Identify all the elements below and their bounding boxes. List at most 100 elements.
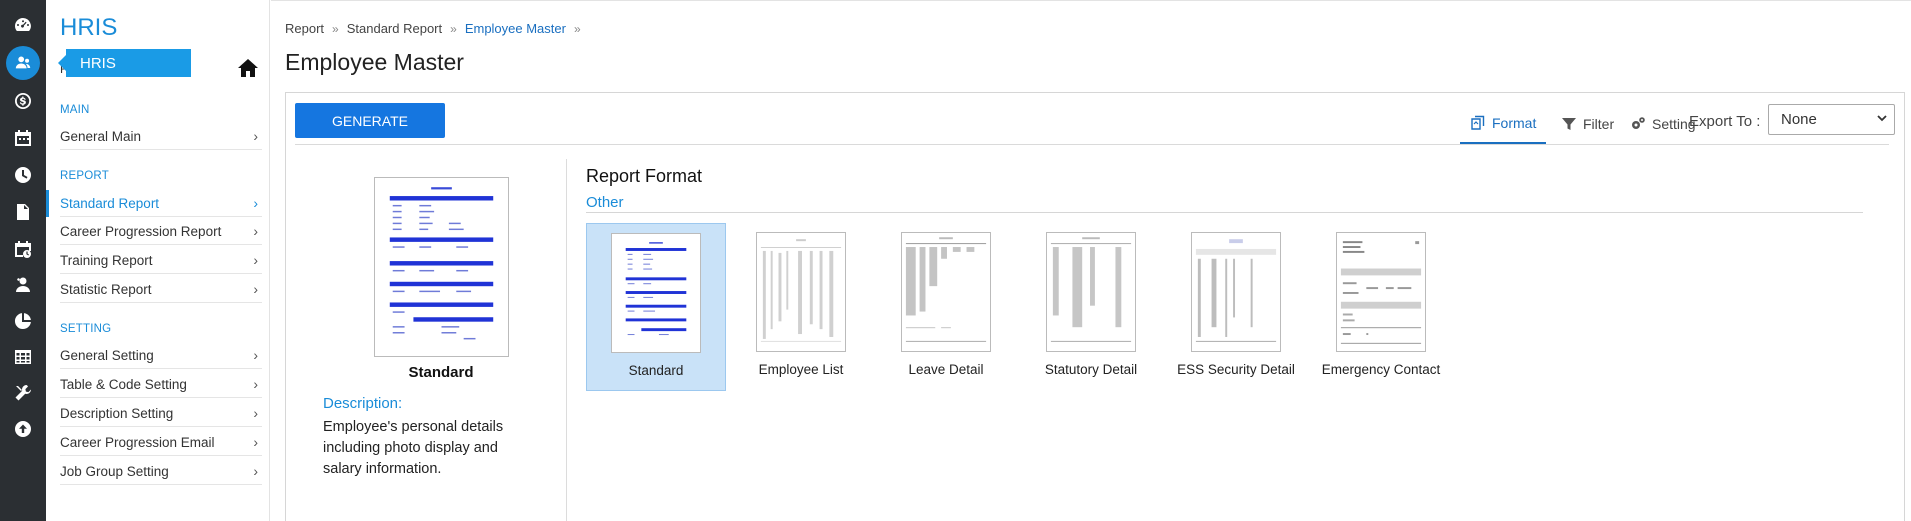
icon-rail bbox=[0, 0, 46, 521]
format-label: Leave Detail bbox=[908, 362, 984, 377]
format-thumbnail bbox=[1191, 232, 1281, 352]
report-format-group-label: Other bbox=[586, 194, 624, 211]
breadcrumb-item-employee-master[interactable]: Employee Master bbox=[465, 21, 566, 36]
report-format-title: Report Format bbox=[586, 166, 703, 186]
page-title: Employee Master bbox=[285, 49, 464, 75]
chevron-right-icon: › bbox=[253, 434, 258, 450]
section-label-setting: SETTING bbox=[60, 323, 112, 335]
tools-icon[interactable] bbox=[0, 376, 46, 410]
breadcrumb-separator: » bbox=[450, 21, 457, 36]
format-label: ESS Security Detail bbox=[1177, 362, 1295, 377]
sidebar-item-general-main[interactable]: General Main › bbox=[60, 123, 262, 150]
standard-report-preview-image bbox=[389, 187, 494, 340]
document-icon[interactable] bbox=[0, 195, 46, 229]
chevron-down-icon bbox=[1876, 111, 1888, 128]
format-card-statutory-detail[interactable]: Statutory Detail bbox=[1021, 223, 1161, 391]
sidebar-item-label: Job Group Setting bbox=[60, 463, 169, 479]
sidebar-item-job-group-setting[interactable]: Job Group Setting › bbox=[60, 458, 262, 485]
description-text: Employee's personal details including ph… bbox=[323, 419, 504, 477]
format-thumbnail bbox=[901, 232, 991, 352]
chevron-right-icon: › bbox=[253, 463, 258, 479]
sidebar-item-standard-report[interactable]: Standard Report › bbox=[60, 190, 262, 217]
sidebar-item-training-report[interactable]: Training Report › bbox=[60, 247, 262, 274]
format-thumbnail bbox=[1336, 232, 1426, 352]
format-card-employee-list[interactable]: Employee List bbox=[731, 223, 871, 391]
description-label: Description: bbox=[323, 395, 403, 412]
chevron-right-icon: › bbox=[253, 128, 258, 144]
section-label-main: MAIN bbox=[60, 104, 90, 116]
sidebar-item-table-code-setting[interactable]: Table & Code Setting › bbox=[60, 371, 262, 398]
format-card-standard[interactable]: Standard bbox=[586, 223, 726, 391]
clock-icon[interactable] bbox=[0, 158, 46, 192]
hris-icon[interactable] bbox=[0, 46, 46, 80]
tab-label: Format bbox=[1492, 114, 1537, 131]
sidebar-item-label: General Main bbox=[60, 128, 142, 144]
export-to-value: None bbox=[1781, 111, 1817, 128]
sidebar-item-label: Training Report bbox=[60, 252, 153, 268]
format-card-leave-detail[interactable]: Leave Detail bbox=[876, 223, 1016, 391]
dashboard-icon[interactable] bbox=[0, 8, 46, 42]
sidebar-item-label: Statistic Report bbox=[60, 281, 152, 297]
hris-tooltip: HRIS bbox=[58, 49, 191, 77]
breadcrumb-item-report[interactable]: Report bbox=[285, 21, 324, 36]
chevron-right-icon: › bbox=[253, 252, 258, 268]
chevron-right-icon: › bbox=[253, 347, 258, 363]
sidebar-item-career-progression-email[interactable]: Career Progression Email › bbox=[60, 429, 262, 456]
sidebar-item-label: Career Progression Email bbox=[60, 434, 215, 450]
main-content: Report » Standard Report » Employee Mast… bbox=[271, 0, 1911, 521]
schedule-icon[interactable] bbox=[0, 232, 46, 266]
upload-icon[interactable] bbox=[0, 412, 46, 446]
user-gear-icon[interactable] bbox=[0, 268, 46, 302]
standard-report-thumbnail bbox=[625, 242, 687, 336]
emergency-contact-thumbnail bbox=[1340, 241, 1422, 344]
sidebar-item-label: General Setting bbox=[60, 347, 154, 363]
sidebar-item-label: Standard Report bbox=[60, 195, 160, 211]
table-icon[interactable] bbox=[0, 340, 46, 374]
format-label: Emergency Contact bbox=[1321, 362, 1441, 377]
home-icon[interactable] bbox=[237, 58, 259, 78]
tab-filter[interactable]: Filter bbox=[1555, 103, 1620, 145]
calendar-icon[interactable] bbox=[0, 121, 46, 155]
chevron-right-icon: › bbox=[253, 405, 258, 421]
gears-icon bbox=[1632, 117, 1645, 129]
breadcrumb-separator: » bbox=[332, 21, 339, 36]
format-thumbnail bbox=[1046, 232, 1136, 352]
sidebar-item-label: Description Setting bbox=[60, 405, 174, 421]
sidebar-item-general-setting[interactable]: General Setting › bbox=[60, 342, 262, 369]
sidebar-item-career-progression-report[interactable]: Career Progression Report › bbox=[60, 218, 262, 245]
breadcrumb: Report » Standard Report » Employee Mast… bbox=[285, 21, 581, 36]
generate-button[interactable]: GENERATE bbox=[295, 103, 445, 138]
employee-list-thumbnail bbox=[760, 239, 842, 342]
format-icon bbox=[1471, 115, 1485, 130]
sidebar-item-statistic-report[interactable]: Statistic Report › bbox=[60, 276, 262, 303]
export-to-label: Export To : bbox=[1689, 113, 1761, 130]
column-divider bbox=[566, 159, 567, 521]
breadcrumb-item-standard-report[interactable]: Standard Report bbox=[347, 21, 442, 36]
pie-chart-icon[interactable] bbox=[0, 304, 46, 338]
sidebar: HRIS F HRIS MAIN General Main › REPORT S… bbox=[46, 0, 270, 521]
tab-format[interactable]: Format bbox=[1460, 103, 1547, 145]
leave-detail-thumbnail bbox=[905, 237, 987, 342]
tab-label: Filter bbox=[1583, 116, 1615, 132]
format-thumbnail bbox=[611, 233, 701, 353]
format-label: Statutory Detail bbox=[1044, 362, 1138, 377]
app-title: HRIS bbox=[60, 14, 118, 41]
section-label-report: REPORT bbox=[60, 170, 109, 182]
payroll-icon[interactable] bbox=[0, 84, 46, 118]
sidebar-item-description-setting[interactable]: Description Setting › bbox=[60, 400, 262, 427]
filter-icon bbox=[1562, 118, 1576, 130]
toolbar-divider bbox=[295, 144, 1889, 145]
sidebar-item-label: Career Progression Report bbox=[60, 223, 222, 239]
ess-security-detail-thumbnail bbox=[1195, 239, 1277, 342]
format-label: Employee List bbox=[758, 362, 844, 377]
chevron-right-icon: › bbox=[253, 223, 258, 239]
format-thumbnail bbox=[756, 232, 846, 352]
chevron-right-icon: › bbox=[253, 195, 258, 211]
format-card-emergency-contact[interactable]: Emergency Contact bbox=[1311, 223, 1451, 391]
chevron-right-icon: › bbox=[253, 281, 258, 297]
format-card-ess-security-detail[interactable]: ESS Security Detail bbox=[1166, 223, 1306, 391]
selected-format-name: Standard bbox=[408, 364, 474, 381]
export-to-select[interactable]: None bbox=[1768, 104, 1895, 135]
active-indicator bbox=[46, 190, 49, 217]
chevron-right-icon: › bbox=[253, 376, 258, 392]
